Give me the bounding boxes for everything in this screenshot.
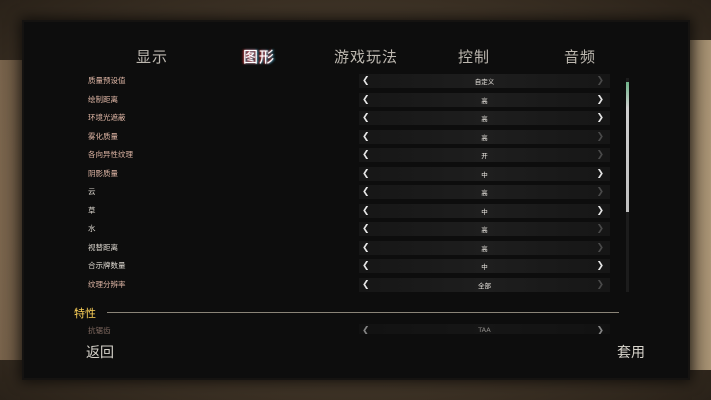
setting-row-antialiasing: 抗锯齿 ❮ TAA ❯ xyxy=(24,324,624,334)
setting-label: 绘制距离 xyxy=(88,94,118,104)
tab-controls[interactable]: 控制 xyxy=(458,46,490,67)
setting-row-draw-distance: 绘制距离 ❮ 高 ❯ xyxy=(24,92,624,109)
setting-value: 高 xyxy=(481,189,488,197)
setting-label: 抗锯齿 xyxy=(88,326,111,334)
tab-display[interactable]: 显示 xyxy=(136,46,168,67)
scrollbar-thumb[interactable] xyxy=(626,82,629,212)
chevron-right-icon[interactable]: ❯ xyxy=(596,186,604,198)
setting-selector[interactable]: ❮ 全部 ❯ xyxy=(359,277,610,292)
setting-value: TAA xyxy=(478,326,491,334)
setting-row-clouds: 云 ❮ 高 ❯ xyxy=(24,185,624,201)
setting-label: 雾化质量 xyxy=(88,131,118,141)
setting-row-texture-resolution: 纹理分辨率 ❮ 全部 ❯ xyxy=(24,277,624,294)
setting-row-ambient-occlusion: 环境光遮蔽 ❮ 高 ❯ xyxy=(24,111,624,127)
setting-value: 中 xyxy=(481,170,488,179)
setting-row-quality-preset: 质量预设值 ❮ 自定义 ❯ xyxy=(24,74,624,90)
chevron-right-icon[interactable]: ❯ xyxy=(596,260,604,272)
setting-value: 高 xyxy=(481,244,488,253)
setting-label: 水 xyxy=(88,224,96,233)
chevron-right-icon[interactable]: ❯ xyxy=(596,325,604,334)
setting-value: 高 xyxy=(481,226,488,234)
setting-selector[interactable]: ❮ 中 ❯ xyxy=(359,203,610,218)
chevron-right-icon[interactable]: ❯ xyxy=(596,168,604,180)
setting-value: 开 xyxy=(481,152,488,160)
tab-audio[interactable]: 音频 xyxy=(564,46,596,67)
chevron-right-icon[interactable]: ❯ xyxy=(596,223,604,235)
setting-selector[interactable]: ❮ 高 ❯ xyxy=(359,92,610,107)
setting-row-anisotropic: 各向异性纹理 ❮ 开 ❯ xyxy=(24,148,624,164)
setting-row-water: 水 ❮ 高 ❯ xyxy=(24,222,624,238)
chevron-right-icon[interactable]: ❯ xyxy=(596,242,604,254)
setting-value: 高 xyxy=(481,96,488,105)
setting-label: 云 xyxy=(88,187,96,196)
setting-label: 合示牌数量 xyxy=(88,261,126,270)
setting-selector[interactable]: ❮ TAA ❯ xyxy=(359,324,610,334)
chevron-right-icon[interactable]: ❯ xyxy=(596,112,604,124)
tab-bar: 显示 图形 游戏玩法 控制 音频 xyxy=(24,46,688,68)
setting-row-view-distance: 视替距离 ❮ 高 ❯ xyxy=(24,240,624,257)
chevron-right-icon[interactable]: ❯ xyxy=(596,279,604,291)
setting-value: 自定义 xyxy=(474,78,495,86)
setting-label: 各向异性纹理 xyxy=(88,150,133,159)
settings-list: 质量预设值 ❮ 自定义 ❯ 绘制距离 ❮ 高 ❯ 环境光遮蔽 ❮ 高 ❯ 雾化质… xyxy=(24,74,688,326)
setting-selector[interactable]: ❮ 自定义 ❯ xyxy=(359,74,610,88)
setting-row-grass: 草 ❮ 中 ❯ xyxy=(24,203,624,220)
setting-selector[interactable]: ❮ 高 ❯ xyxy=(359,240,610,255)
chevron-right-icon[interactable]: ❯ xyxy=(596,94,604,106)
setting-selector[interactable]: ❮ 中 ❯ xyxy=(359,166,610,181)
setting-value: 全部 xyxy=(478,281,491,290)
chevron-right-icon[interactable]: ❯ xyxy=(596,205,604,217)
setting-label: 视替距离 xyxy=(88,242,118,252)
apply-button[interactable]: 套用 xyxy=(617,342,645,362)
setting-label: 阴影质量 xyxy=(88,168,118,178)
setting-row-fog-quality: 雾化质量 ❮ 高 ❯ xyxy=(24,129,624,146)
setting-label: 草 xyxy=(88,205,96,215)
setting-value: 高 xyxy=(481,115,488,123)
tab-graphics[interactable]: 图形 xyxy=(243,46,275,67)
setting-label: 纹理分辨率 xyxy=(88,279,126,289)
setting-selector[interactable]: ❮ 中 ❯ xyxy=(359,259,610,273)
setting-value: 高 xyxy=(481,133,488,142)
setting-value: 中 xyxy=(481,207,488,216)
setting-selector[interactable]: ❮ 高 ❯ xyxy=(359,185,610,199)
setting-selector[interactable]: ❮ 高 ❯ xyxy=(359,222,610,236)
setting-label: 环境光遮蔽 xyxy=(88,113,126,122)
setting-row-shadow-quality: 阴影质量 ❮ 中 ❯ xyxy=(24,166,624,183)
chevron-right-icon[interactable]: ❯ xyxy=(596,131,604,143)
tab-gameplay[interactable]: 游戏玩法 xyxy=(334,46,398,67)
setting-label: 质量预设值 xyxy=(88,76,126,85)
setting-selector[interactable]: ❮ 高 ❯ xyxy=(359,129,610,144)
section-divider xyxy=(107,312,619,313)
back-button[interactable]: 返回 xyxy=(86,342,114,362)
setting-row-billboard-count: 合示牌数量 ❮ 中 ❯ xyxy=(24,259,624,275)
setting-selector[interactable]: ❮ 开 ❯ xyxy=(359,148,610,162)
setting-value: 中 xyxy=(481,263,488,271)
setting-selector[interactable]: ❮ 高 ❯ xyxy=(359,111,610,125)
chevron-right-icon[interactable]: ❯ xyxy=(596,149,604,161)
chevron-right-icon[interactable]: ❯ xyxy=(596,75,604,87)
settings-panel: 显示 图形 游戏玩法 控制 音频 质量预设值 ❮ 自定义 ❯ 绘制距离 ❮ 高 … xyxy=(24,22,688,378)
section-title-features: 特性 xyxy=(74,307,96,320)
